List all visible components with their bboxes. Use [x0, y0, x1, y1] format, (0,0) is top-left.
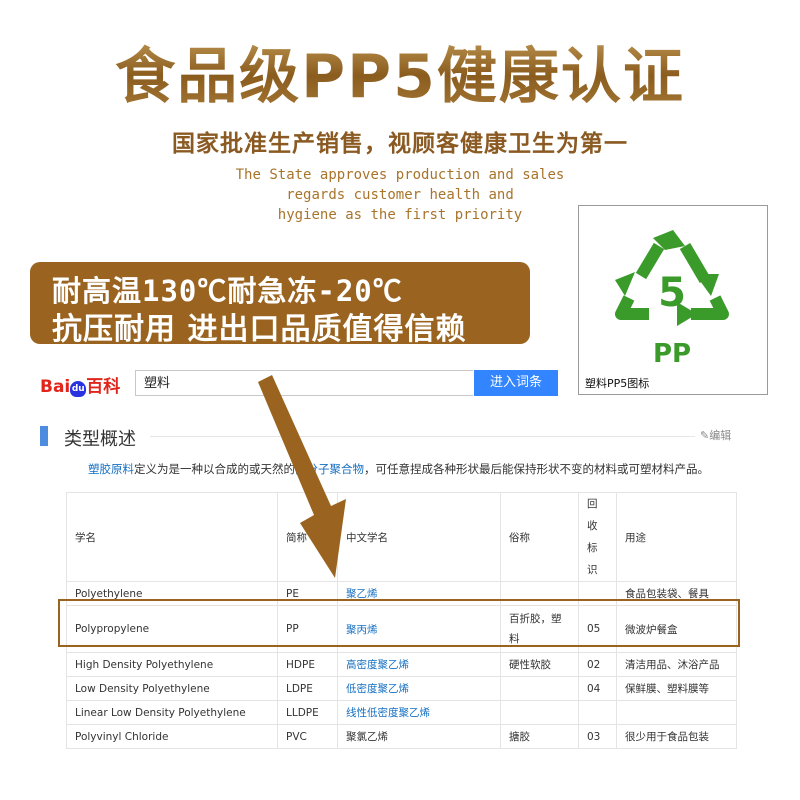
- header-recycle-char: 识: [587, 564, 598, 576]
- link-polymer[interactable]: 高分子聚合物: [295, 462, 364, 476]
- cell-common: [500, 676, 579, 701]
- cell-abbr: PVC: [277, 724, 338, 749]
- cell-code: 04: [578, 676, 617, 701]
- cell-code: 03: [578, 724, 617, 749]
- paw-icon: du: [70, 381, 87, 397]
- header-recycle-code: 回 收 标 识: [578, 492, 617, 582]
- headline-subtitle: 国家批准生产销售，视顾客健康卫生为第一: [172, 131, 628, 157]
- header-usage: 用途: [616, 492, 737, 582]
- cell-use: 保鲜膜、塑料膜等: [616, 676, 737, 701]
- cell-abbr: LLDPE: [277, 700, 338, 725]
- english-line-2: regards customer health and: [286, 187, 514, 203]
- recycle-code: PP: [653, 339, 691, 369]
- logo-text-bai: Bai: [40, 377, 71, 397]
- description-tail: ，可任意捏成各种形状最后能保持形状不变的材料或可塑材料产品。: [364, 462, 709, 476]
- logo-text-baike: 百科: [86, 377, 121, 397]
- cell-cn-link[interactable]: 低密度聚乙烯: [337, 676, 501, 701]
- header-recycle-char: 标: [587, 542, 598, 554]
- cell-name: Linear Low Density Polyethylene: [66, 700, 278, 725]
- cell-common: [500, 700, 579, 725]
- recycle-number: 5: [658, 270, 686, 316]
- header-abbreviation: 简称: [277, 492, 338, 582]
- cell-name: Low Density Polyethylene: [66, 676, 278, 701]
- cell-cn: 聚氯乙烯: [337, 724, 501, 749]
- header-common-name: 俗称: [500, 492, 579, 582]
- baidu-baike-logo[interactable]: Bai du百科: [40, 372, 128, 397]
- section-title: 类型概述: [64, 429, 136, 450]
- link-plastic-material[interactable]: 塑胶原料: [88, 462, 134, 476]
- headline-title: 食品级PP5健康认证: [0, 28, 800, 115]
- english-line-1: The State approves production and sales: [235, 167, 565, 183]
- cell-use: 很少用于食品包装: [616, 724, 737, 749]
- polypropylene-highlight-frame: [58, 599, 740, 647]
- cell-abbr: HDPE: [277, 652, 338, 677]
- english-tagline: The State approves production and sales …: [150, 165, 650, 225]
- cell-common: 硬性软胶: [500, 652, 579, 677]
- table-header-row: 学名 简称 中文学名 俗称 回 收 标 识 用途: [66, 492, 737, 582]
- table-row: Linear Low Density Polyethylene LLDPE 线性…: [66, 700, 737, 725]
- table-row: Polyvinyl Chloride PVC 聚氯乙烯 搪胶 03 很少用于食品…: [66, 724, 737, 749]
- feature-banner: 耐高温130℃耐急冻-20℃ 抗压耐用 进出口品质值得信赖: [30, 262, 530, 347]
- header-chinese-name: 中文学名: [337, 492, 501, 582]
- edit-link[interactable]: ✎编辑: [700, 427, 731, 443]
- cell-cn-link[interactable]: 高密度聚乙烯: [337, 652, 501, 677]
- pencil-icon: ✎: [700, 429, 710, 442]
- cell-cn-link[interactable]: 线性低密度聚乙烯: [337, 700, 501, 725]
- pp5-caption: 塑料PP5图标: [585, 377, 650, 390]
- table-row: High Density Polyethylene HDPE 高密度聚乙烯 硬性…: [66, 652, 737, 677]
- enter-entry-button[interactable]: 进入词条: [474, 370, 558, 396]
- section-accent-bar: [40, 426, 48, 446]
- cell-code: [578, 700, 617, 725]
- section-description: 塑胶原料定义为是一种以合成的或天然的高分子聚合物，可任意捏成各种形状最后能保持形…: [88, 461, 709, 477]
- search-input[interactable]: 塑料: [135, 370, 473, 396]
- section-divider: [150, 436, 695, 437]
- header-recycle-char: 收: [587, 520, 598, 532]
- cell-abbr: LDPE: [277, 676, 338, 701]
- cell-use: 清洁用品、沐浴产品: [616, 652, 737, 677]
- edit-label: 编辑: [709, 429, 732, 442]
- header-scientific-name: 学名: [66, 492, 278, 582]
- table-row: Low Density Polyethylene LDPE 低密度聚乙烯 04 …: [66, 676, 737, 701]
- cell-common: 搪胶: [500, 724, 579, 749]
- pp5-icon-box: 5 PP 塑料PP5图标: [578, 205, 768, 395]
- cell-use: [616, 700, 737, 725]
- header-recycle-char: 回: [587, 498, 598, 510]
- banner-line-2: 抗压耐用 进出口品质值得信赖: [52, 312, 467, 347]
- english-line-3: hygiene as the first priority: [277, 207, 523, 223]
- cell-code: 02: [578, 652, 617, 677]
- cell-name: Polyvinyl Chloride: [66, 724, 278, 749]
- recycle-triangle-icon: 5 PP: [615, 230, 729, 369]
- cell-name: High Density Polyethylene: [66, 652, 278, 677]
- description-mid: 定义为是一种以合成的或天然的: [134, 462, 295, 476]
